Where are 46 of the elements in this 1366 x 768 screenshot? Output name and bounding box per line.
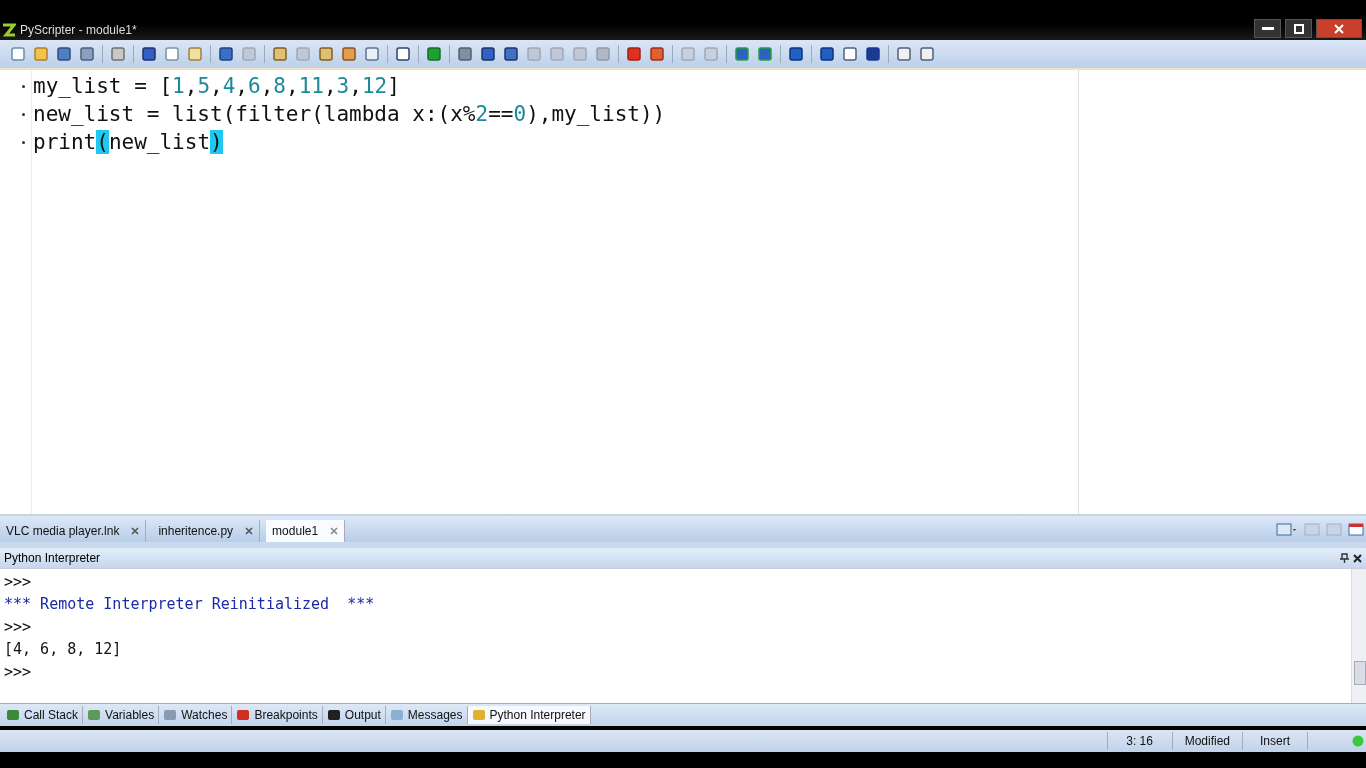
panel-tab[interactable]: Variables xyxy=(83,706,160,724)
code-line: print(new_list) xyxy=(33,130,223,154)
close-window-icon[interactable] xyxy=(1348,521,1364,537)
close-tab-icon[interactable] xyxy=(245,527,254,535)
minimize-icon xyxy=(1261,26,1274,31)
window-title: PyScripter - module1* xyxy=(20,23,137,37)
console-line: >>> xyxy=(3,662,33,683)
status-light-icon xyxy=(1352,735,1364,747)
maximize-icon xyxy=(1293,23,1304,34)
close-icon xyxy=(1334,23,1344,34)
panel-title: Python Interpreter xyxy=(4,551,101,565)
tab-icon xyxy=(326,709,341,721)
panel-tab[interactable]: Messages xyxy=(385,706,468,724)
code-line: my_list = [1,5,4,6,8,11,3,12] xyxy=(33,74,400,98)
close-button[interactable] xyxy=(1316,19,1362,38)
close-tab-icon[interactable] xyxy=(131,527,140,535)
console-line: *** Remote Interpreter Reinitialized *** xyxy=(3,595,376,616)
modified-status: Modified xyxy=(1171,732,1242,750)
panel-tab[interactable]: Watches xyxy=(159,706,233,724)
tab-icon xyxy=(163,709,178,721)
panel-tab[interactable]: Output xyxy=(322,706,386,724)
app-logo-icon xyxy=(2,23,16,37)
minimize-button[interactable] xyxy=(1254,19,1281,38)
cursor-position: 3: 16 xyxy=(1106,732,1172,750)
tab-icon xyxy=(6,709,20,721)
close-icon[interactable] xyxy=(1353,553,1362,563)
panel-tab[interactable]: Call Stack xyxy=(2,706,84,724)
window-list-icon[interactable] xyxy=(1276,521,1298,537)
console-line: [4, 6, 8, 12] xyxy=(3,640,123,661)
file-tab[interactable]: module1 xyxy=(266,520,346,542)
code-line: new_list = list(filter(lambda x:(x%2==0),my_list)) xyxy=(33,102,666,126)
console-line: >>> xyxy=(3,573,33,593)
tab-icon xyxy=(471,709,486,721)
tab-icon xyxy=(87,709,102,721)
pin-icon[interactable] xyxy=(1340,553,1349,563)
scrollbar[interactable] xyxy=(1351,569,1366,703)
tile-icon[interactable] xyxy=(1326,521,1342,537)
insert-mode: Insert xyxy=(1242,732,1307,750)
close-tab-icon[interactable] xyxy=(330,527,339,535)
console-line: >>> xyxy=(3,617,33,638)
maximize-button[interactable] xyxy=(1285,19,1312,38)
tile-icon[interactable] xyxy=(1304,521,1320,537)
panel-tab[interactable]: Python Interpreter xyxy=(467,706,591,724)
tab-icon xyxy=(389,709,404,721)
tab-icon xyxy=(236,709,251,721)
panel-tab[interactable]: Breakpoints xyxy=(232,706,323,724)
